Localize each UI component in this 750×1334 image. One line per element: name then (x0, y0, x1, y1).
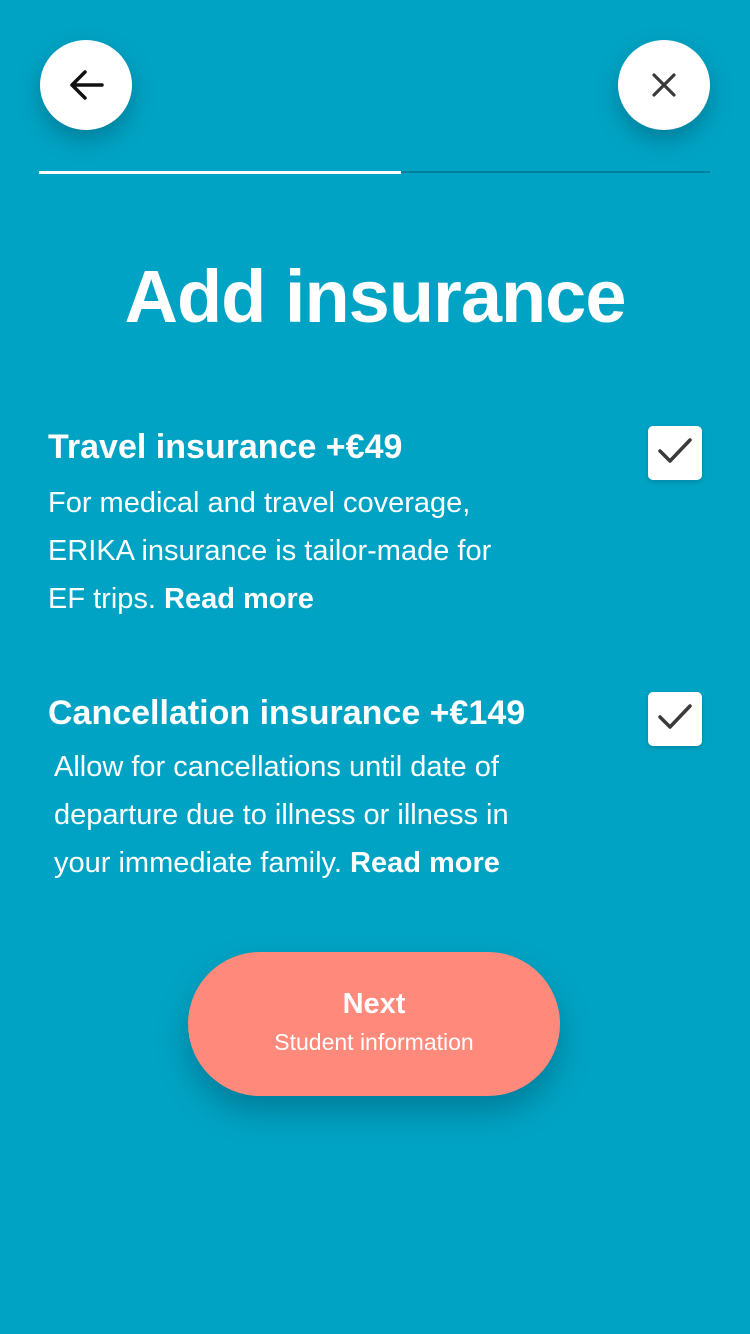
cancellation-insurance-read-more-link[interactable]: Read more (350, 847, 500, 879)
next-button-sublabel: Student information (274, 1029, 474, 1055)
arrow-left-icon (68, 69, 104, 101)
checkmark-icon (658, 703, 692, 735)
checkmark-icon (658, 437, 692, 469)
next-button-label: Next (342, 988, 406, 1020)
close-button[interactable] (618, 40, 710, 130)
progress-bar-fill (39, 170, 402, 174)
travel-insurance-checkbox[interactable] (648, 426, 702, 480)
description-line: your immediate family. (54, 847, 342, 879)
cancellation-insurance-checkbox[interactable] (648, 692, 702, 746)
description-line: departure due to illness or illness in (54, 799, 509, 831)
description-line: EF trips. (48, 583, 156, 615)
cancellation-insurance-description: Allow for cancellations until date of de… (54, 743, 584, 887)
description-line: Allow for cancellations until date of (54, 751, 499, 783)
travel-insurance-description: For medical and travel coverage, ERIKA i… (48, 479, 578, 623)
travel-insurance-title: Travel insurance +€49 (48, 428, 403, 466)
progress-bar (39, 170, 710, 174)
back-button[interactable] (40, 40, 132, 130)
page-title: Add insurance (124, 255, 627, 338)
description-line: ERIKA insurance is tailor-made for (48, 535, 492, 567)
cancellation-insurance-title: Cancellation insurance +€149 (48, 694, 526, 732)
close-icon (651, 72, 677, 98)
description-line: For medical and travel coverage, (48, 487, 471, 519)
travel-insurance-read-more-link[interactable]: Read more (164, 583, 314, 615)
next-button[interactable]: Next Student information (188, 952, 560, 1096)
